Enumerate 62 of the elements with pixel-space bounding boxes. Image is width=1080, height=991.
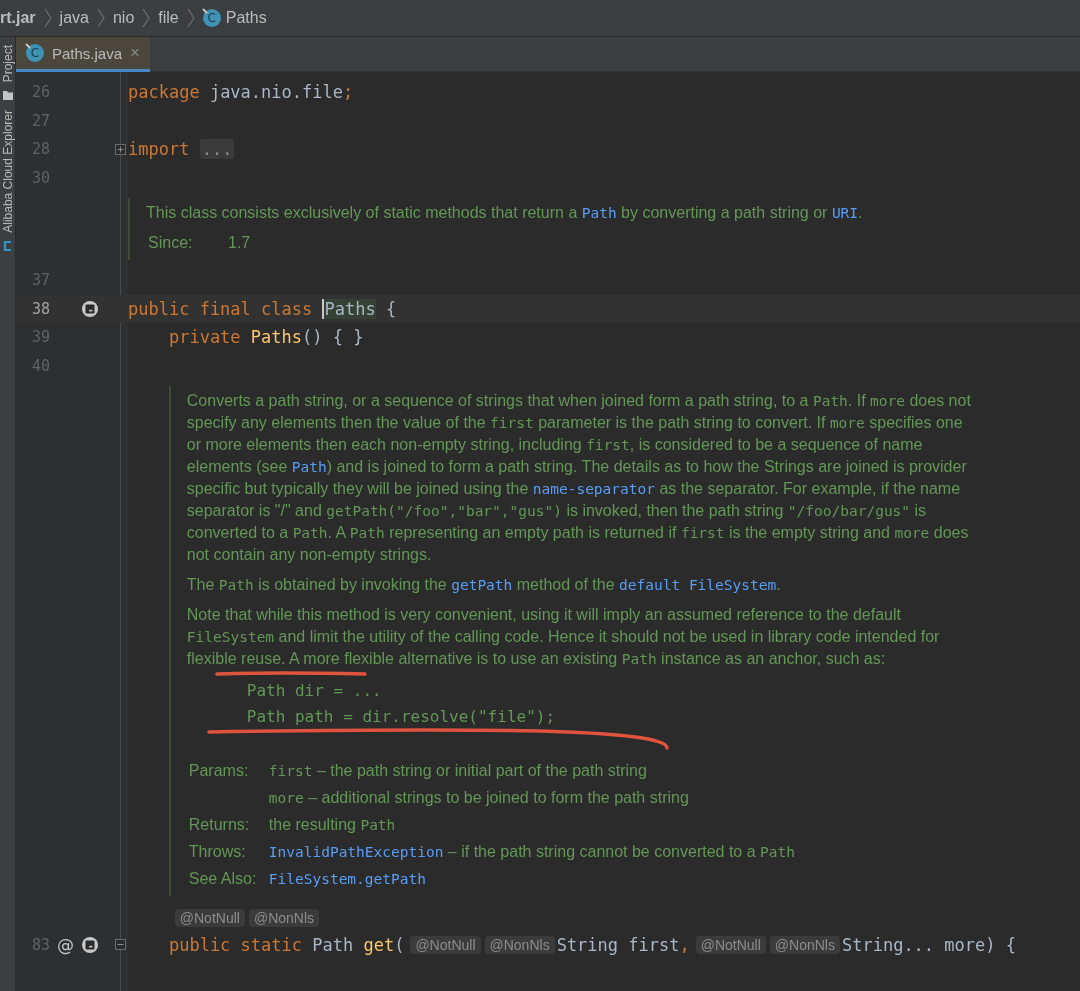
doc-tag-text: first – the path string or initial part of the path string — [268, 761, 648, 781]
folded-code[interactable]: ... — [199, 139, 235, 160]
code-text: public final class Paths { — [128, 298, 397, 319]
breadcrumb[interactable]: Paths — [225, 9, 267, 27]
chevron-icon — [141, 8, 152, 28]
doc-link[interactable]: Path — [291, 459, 327, 475]
class-icon: C — [26, 44, 44, 62]
code-text: String... more) { — [841, 934, 1016, 955]
inlay-hint: @NonNls — [484, 935, 555, 954]
inlay-hint: @NonNls — [248, 909, 320, 928]
doc-paragraph: Converts a path string, or a sequence of strings that when joined form a path string, to a Path. If more does not specify any elements then the value of the first parameter is the path string to convert. If more specifies one or more elements then each non-empty string, including first, is considered to be a sequence of name elements (see Path) and is joined to form a path string. The details as to how the Strings are joined is provider specific but typically they will be joined using the name-separator as the separator. For example, if the name separator is "/" and getPath("/foo","bar","gus") is invoked, then the path string "/foo/bar/gus" is converted to a Path. A Path representing an empty path is returned if first is the empty string and more does not contain any non-empty strings. — [186, 391, 972, 565]
chevron-icon — [185, 8, 196, 28]
doc-link[interactable]: Path — [581, 205, 617, 221]
inlay-hint: @NonNls — [769, 935, 840, 954]
doc-tag-label: Params: — [188, 761, 250, 781]
breadcrumb[interactable]: rt.jar — [0, 9, 36, 27]
bracket-icon — [3, 241, 12, 252]
tool-window-button[interactable]: Alibaba Cloud Explorer — [0, 110, 15, 234]
doc-link[interactable]: InvalidPathException — [268, 844, 444, 860]
line-number: 38 — [31, 299, 50, 318]
code-text: String first, — [556, 934, 690, 955]
doc-link[interactable]: default FileSystem — [619, 577, 777, 593]
doc-tag-text: the resulting Path — [268, 815, 397, 835]
doc-link[interactable]: URI — [831, 205, 859, 221]
code-text: import — [128, 139, 191, 160]
chevron-icon — [42, 8, 53, 28]
folder-icon — [2, 90, 13, 101]
doc-tag-label: Returns: — [188, 815, 251, 835]
doc-link[interactable]: getPath — [451, 577, 513, 593]
close-icon[interactable]: × — [130, 43, 140, 63]
doc-paragraph: The Path is obtained by invoking the getPath method of the default FileSystem. — [186, 575, 782, 595]
gutter-marker-icon[interactable] — [82, 300, 98, 317]
breadcrumb[interactable]: file — [158, 9, 179, 27]
doc-tag-label: Throws: — [188, 842, 247, 862]
gutter-marker-icon[interactable] — [82, 936, 98, 953]
code-text: private Paths() { } — [168, 327, 364, 348]
doc-tag-text: more – additional strings to be joined to form the path string — [268, 788, 690, 808]
inlay-hint: @NotNull — [174, 909, 245, 928]
doc-link[interactable]: name-separator — [532, 481, 655, 497]
class-icon: C — [202, 9, 221, 27]
doc-paragraph: This class consists exclusively of static methods that return a Path by converting a path string or URI. — [146, 203, 864, 223]
code-text: public static Path get( — [168, 934, 405, 955]
doc-tag-text: InvalidPathException – if the path string cannot be converted to a Path — [268, 842, 796, 862]
tool-window-button[interactable]: Project — [0, 45, 15, 83]
doc-tag-label: See Also: — [188, 869, 258, 889]
code-example-line: Path path = dir.resolve("file"); — [246, 706, 557, 728]
code-editor[interactable] — [16, 72, 1080, 991]
breadcrumb[interactable]: nio — [112, 9, 135, 27]
code-text: package java.nio.file; — [128, 82, 354, 103]
expand-icon[interactable] — [114, 143, 126, 155]
code-example-line: Path dir = ... — [246, 680, 383, 702]
doc-tag-text: 1.7 — [228, 233, 252, 253]
editor-tab[interactable]: C Paths.java × — [16, 37, 150, 72]
breadcrumb[interactable]: java — [59, 9, 89, 27]
doc-paragraph: Note that while this method is very convenient, using it will imply an assumed reference to the default FileSystem and limit the utility of the calling code. Hence it should not be used in library code intended for flexible reuse. A more flexible alternative is to use an existing Path instance as an anchor, such as: — [186, 604, 977, 670]
doc-tag-label: Since: — [148, 233, 194, 253]
doc-link[interactable]: FileSystem.getPath — [268, 871, 426, 887]
chevron-icon — [95, 8, 106, 28]
inlay-hint: @NotNull — [695, 935, 766, 954]
annotation-marker[interactable]: @ — [57, 934, 74, 955]
collapse-icon[interactable] — [114, 939, 126, 951]
inlay-hint: @NotNull — [410, 935, 481, 954]
